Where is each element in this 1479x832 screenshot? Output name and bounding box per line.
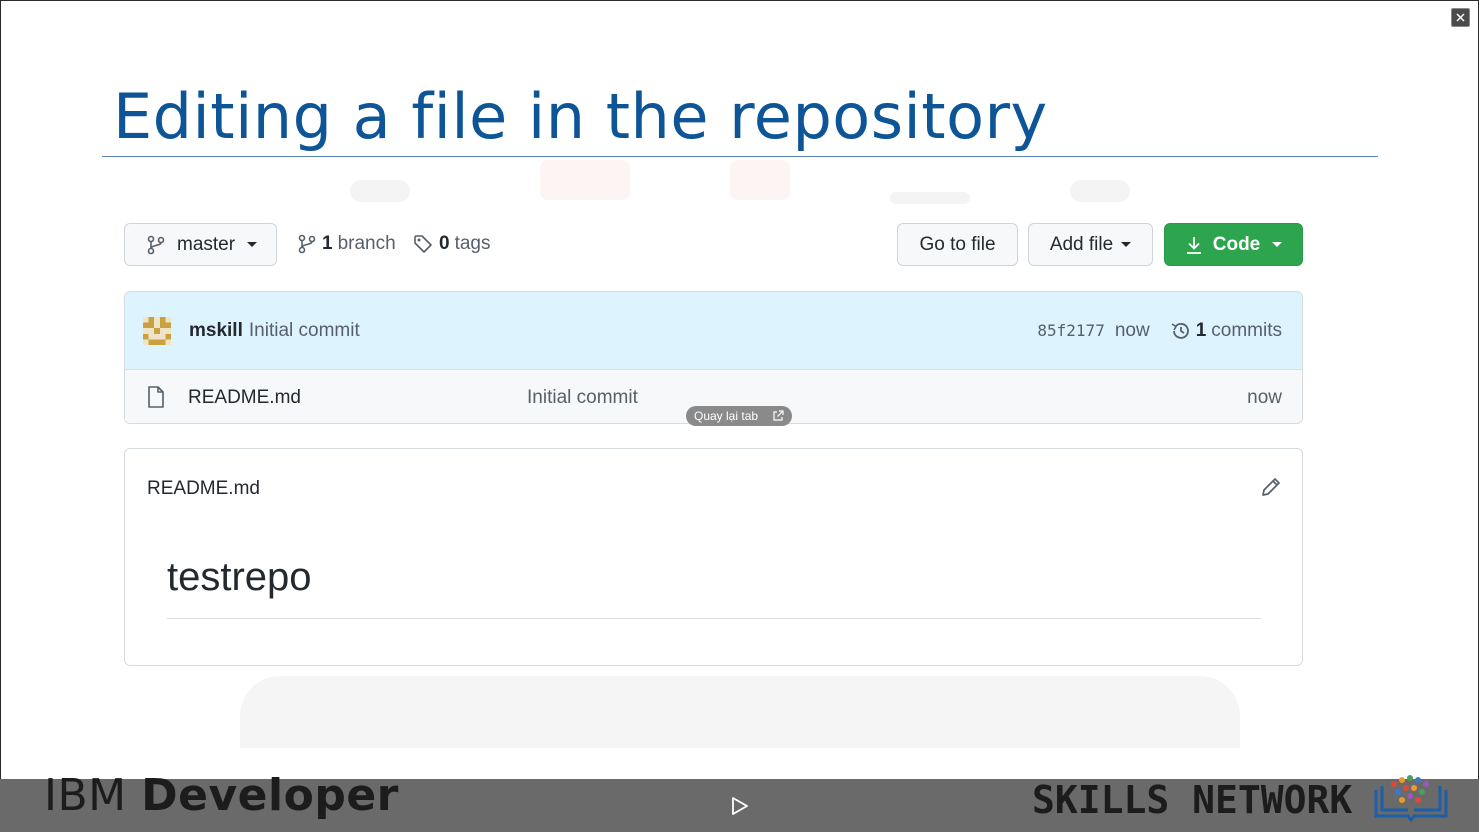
readme-divider xyxy=(167,618,1261,619)
identicon-avatar xyxy=(143,316,171,345)
commit-author[interactable]: mskill xyxy=(189,320,243,342)
chevron-down-icon xyxy=(247,242,258,247)
go-to-file-button[interactable]: Go to file xyxy=(897,223,1018,266)
commit-message[interactable]: Initial commit xyxy=(249,320,360,342)
git-branch-icon xyxy=(298,234,316,254)
skills-network-logo: SKILLS NETWORK xyxy=(1032,778,1353,822)
commit-meta: 85f2177 now 1 commits xyxy=(1037,292,1282,369)
readme-heading: testrepo xyxy=(167,555,312,599)
watermark-shape xyxy=(1070,180,1130,202)
readme-panel: README.md testrepo xyxy=(124,448,1303,666)
tag-icon xyxy=(414,235,432,253)
watermark-arc xyxy=(240,676,1240,748)
latest-commit-row: mskill Initial commit 85f2177 now 1 comm… xyxy=(125,292,1302,370)
tag-label: tags xyxy=(454,233,491,254)
git-branch-icon xyxy=(147,235,165,254)
watermark-shape xyxy=(540,160,630,200)
commits-count: 1 xyxy=(1195,319,1207,341)
watermark-shape xyxy=(890,192,970,204)
watermark-shape xyxy=(730,160,790,200)
add-file-button[interactable]: Add file xyxy=(1028,223,1153,266)
branch-label: branch xyxy=(337,233,396,254)
back-to-tab-label: Quay lại tab xyxy=(694,409,759,423)
pencil-icon[interactable] xyxy=(1260,476,1282,498)
developer-text: Developer xyxy=(141,770,399,821)
ibm-text: IBM xyxy=(44,770,127,821)
commits-label: commits xyxy=(1211,319,1282,341)
file-icon xyxy=(148,386,164,408)
chevron-down-icon xyxy=(1121,242,1132,247)
watermark-shape xyxy=(350,180,410,202)
chevron-down-icon xyxy=(1272,242,1283,247)
branches-link[interactable]: 1 branch xyxy=(298,233,396,255)
file-name[interactable]: README.md xyxy=(188,387,301,409)
branch-count: 1 xyxy=(322,233,333,254)
file-listing: mskill Initial commit 85f2177 now 1 comm… xyxy=(124,291,1303,424)
slide-title: Editing a file in the repository xyxy=(113,80,1048,153)
history-icon xyxy=(1171,322,1189,339)
branch-selector-button[interactable]: master xyxy=(124,223,277,266)
ibm-developer-logo: IBM Developer xyxy=(44,770,399,821)
commit-sha[interactable]: 85f2177 xyxy=(1037,321,1104,340)
download-icon xyxy=(1186,236,1201,254)
skills-network-book-icon xyxy=(1374,775,1448,823)
commit-time: now xyxy=(1114,319,1150,341)
external-link-icon xyxy=(773,410,784,421)
file-commit-message[interactable]: Initial commit xyxy=(527,387,638,409)
branch-name: master xyxy=(177,233,236,255)
close-button[interactable] xyxy=(1451,8,1470,27)
play-icon[interactable] xyxy=(728,795,750,817)
commits-link[interactable]: 1 commits xyxy=(1170,320,1282,342)
go-to-file-label: Go to file xyxy=(919,233,996,255)
readme-filename: README.md xyxy=(147,478,260,499)
tag-count: 0 xyxy=(439,233,450,254)
close-icon xyxy=(1456,13,1465,22)
back-to-tab-button[interactable]: Quay lại tab xyxy=(686,406,792,426)
code-button[interactable]: Code xyxy=(1164,223,1303,266)
file-time: now xyxy=(1247,386,1282,408)
title-divider xyxy=(102,156,1378,157)
code-label: Code xyxy=(1212,233,1261,255)
add-file-label: Add file xyxy=(1049,233,1114,255)
tags-link[interactable]: 0 tags xyxy=(413,233,491,255)
